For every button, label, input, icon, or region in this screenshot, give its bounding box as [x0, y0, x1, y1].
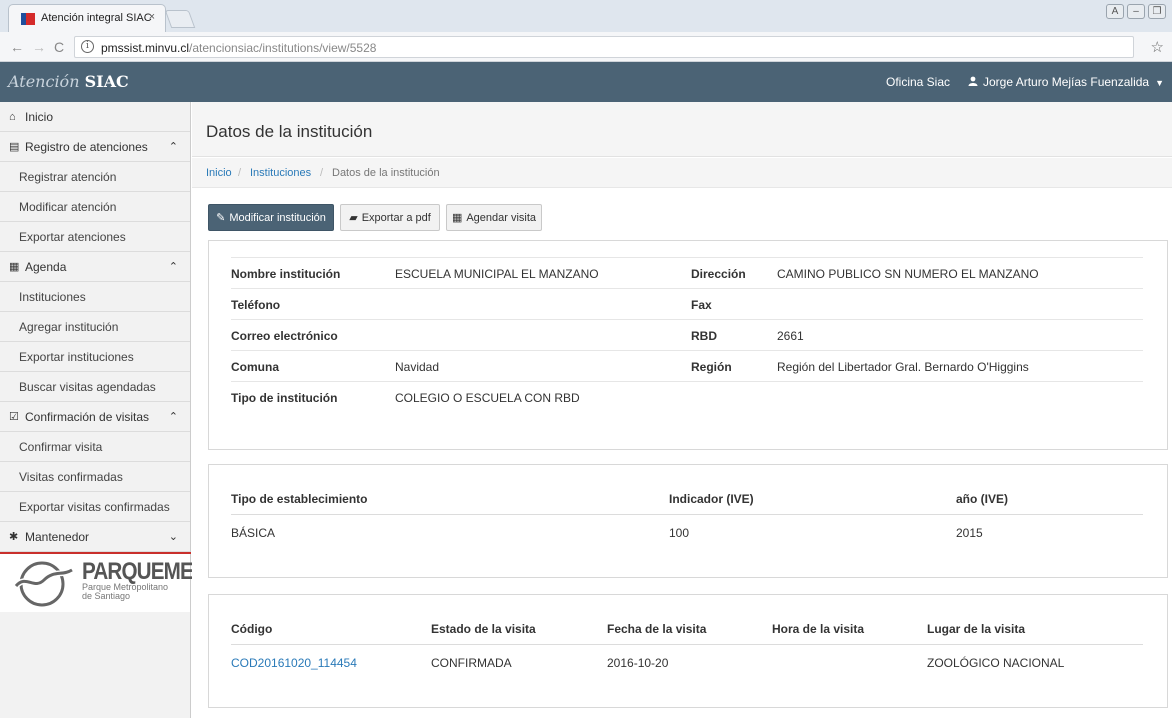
sidebar-item-exportar-instituciones[interactable]: Exportar instituciones: [0, 342, 190, 372]
parquemet-logo: PARQUEMET Parque Metropolitano de Santiag…: [0, 552, 205, 612]
table-row: BÁSICA 100 2015: [231, 526, 983, 540]
page-title: Datos de la institución: [206, 122, 373, 141]
breadcrumb-inicio[interactable]: Inicio: [206, 167, 232, 179]
breadcrumb-current: Datos de la institución: [332, 167, 440, 179]
back-arrow-icon[interactable]: ←: [10, 39, 24, 55]
institution-address: CAMINO PUBLICO SN NUMERO EL MANZANO: [777, 267, 1039, 281]
chevron-up-icon: ⌃: [168, 411, 178, 423]
new-tab-button[interactable]: [164, 10, 196, 28]
chevron-up-icon: ⌃: [168, 141, 178, 153]
user-menu[interactable]: Jorge Arturo Mejías Fuenzalida ▼: [968, 75, 1164, 89]
user-name: Jorge Arturo Mejías Fuenzalida: [983, 75, 1150, 89]
breadcrumb-separator: /: [238, 167, 242, 179]
minimize-icon[interactable]: –: [1127, 4, 1145, 19]
institution-region: Región del Libertador Gral. Bernardo O'H…: [777, 360, 1029, 374]
chevron-down-icon: ⌄: [168, 531, 178, 543]
pencil-icon: ✎: [216, 212, 226, 224]
breadcrumb: Inicio / Instituciones / Datos de la ins…: [192, 158, 1172, 188]
sidebar-item-inicio[interactable]: ⌂ Inicio: [0, 102, 190, 132]
institution-type: COLEGIO O ESCUELA CON RBD: [395, 391, 580, 405]
schedule-visit-button[interactable]: ▦ Agendar visita: [446, 204, 542, 231]
url-text: pmssist.minvu.cl/atencionsiac/institutio…: [101, 41, 377, 55]
browser-tab-bar: Atención integral SIAC × A – ❐: [0, 0, 1172, 32]
tab-close-icon[interactable]: ×: [149, 11, 155, 23]
detail-row: Tipo de institución COLEGIO O ESCUELA CO…: [231, 381, 1143, 412]
sidebar-group-mantenedor[interactable]: ✱ Mantenedor ⌄: [0, 522, 190, 552]
table-header: Código Estado de la visita Fecha de la v…: [231, 613, 1143, 645]
sidebar: ⌂ Inicio ▤ Registro de atenciones ⌃ Regist…: [0, 102, 205, 718]
browser-tab[interactable]: Atención integral SIAC ×: [8, 4, 166, 32]
app-brand[interactable]: Atención SIAC: [8, 72, 129, 91]
sidebar-item-agregar-institucion[interactable]: Agregar institución: [0, 312, 190, 342]
office-link[interactable]: Oficina Siac: [886, 75, 950, 89]
reload-icon[interactable]: C: [54, 39, 64, 55]
url-input[interactable]: i pmssist.minvu.cl/atencionsiac/institut…: [74, 36, 1134, 58]
detail-row: Nombre institución ESCUELA MUNICIPAL EL …: [231, 257, 1143, 288]
detail-row: Teléfono Fax: [231, 288, 1143, 319]
window-controls: A – ❐: [1106, 4, 1166, 19]
table-header: Tipo de establecimiento Indicador (IVE) …: [231, 483, 1143, 515]
book-icon: ▰: [349, 212, 358, 224]
sidebar-group-confirmacion[interactable]: ☑ Confirmación de visitas ⌃: [0, 402, 190, 432]
caret-down-icon: ▼: [1155, 78, 1165, 88]
sidebar-item-exportar-atenciones[interactable]: Exportar atenciones: [0, 222, 190, 252]
page-header: Datos de la institución: [192, 102, 1172, 157]
institution-comuna: Navidad: [395, 360, 440, 374]
app-navbar: Atención SIAC Oficina Siac Jorge Arturo …: [0, 62, 1172, 102]
sidebar-group-agenda[interactable]: ▦ Agenda ⌃: [0, 252, 190, 282]
breadcrumb-instituciones[interactable]: Instituciones: [250, 167, 311, 179]
institution-rbd: 2661: [777, 329, 804, 343]
bookmark-star-icon[interactable]: ☆: [1151, 38, 1164, 56]
chile-flag-favicon-icon: [21, 13, 35, 25]
sidebar-item-instituciones[interactable]: Instituciones: [0, 282, 190, 312]
user-icon: [968, 76, 978, 86]
asterisk-icon: ✱: [9, 531, 19, 543]
info-icon[interactable]: i: [81, 40, 94, 53]
sidebar-item-registrar-atencion[interactable]: Registrar atención: [0, 162, 190, 192]
detail-row: Correo electrónico RBD 2661: [231, 319, 1143, 350]
sidebar-item-exportar-visitas-confirmadas[interactable]: Exportar visitas confirmadas: [0, 492, 190, 522]
detail-row: Comuna Navidad Región Región del Liberta…: [231, 350, 1143, 381]
calendar-icon: ▦: [451, 212, 463, 224]
tab-title: Atención integral SIAC: [41, 12, 152, 24]
main-content: Datos de la institución Inicio / Institu…: [192, 102, 1172, 718]
forward-arrow-icon[interactable]: →: [32, 39, 46, 55]
restore-icon[interactable]: ❐: [1148, 4, 1166, 19]
modify-institution-button[interactable]: ✎ Modificar institución: [208, 204, 334, 231]
sidebar-item-confirmar-visita[interactable]: Confirmar visita: [0, 432, 190, 462]
visits-panel: Código Estado de la visita Fecha de la v…: [208, 594, 1168, 708]
export-pdf-button[interactable]: ▰ Exportar a pdf: [340, 204, 440, 231]
visit-code-link[interactable]: COD20161020_114454: [231, 656, 357, 670]
chevron-up-icon: ⌃: [168, 261, 178, 273]
sidebar-item-modificar-atencion[interactable]: Modificar atención: [0, 192, 190, 222]
check-square-icon: ☑: [9, 411, 19, 423]
establishment-panel: Tipo de establecimiento Indicador (IVE) …: [208, 464, 1168, 578]
institution-details-panel: Nombre institución ESCUELA MUNICIPAL EL …: [208, 240, 1168, 450]
sidebar-group-registro[interactable]: ▤ Registro de atenciones ⌃: [0, 132, 190, 162]
logo-divider: [0, 552, 191, 554]
home-icon: ⌂: [9, 110, 16, 123]
institution-name: ESCUELA MUNICIPAL EL MANZANO: [395, 267, 599, 281]
table-row: COD20161020_114454 CONFIRMADA 2016-10-20…: [231, 656, 1065, 670]
address-bar-row: ← → C i pmssist.minvu.cl/atencionsiac/in…: [0, 32, 1172, 62]
sidebar-item-visitas-confirmadas[interactable]: Visitas confirmadas: [0, 462, 190, 492]
list-icon: ▤: [9, 141, 20, 153]
breadcrumb-separator: /: [320, 167, 324, 179]
profile-icon[interactable]: A: [1106, 4, 1124, 19]
sidebar-item-buscar-visitas[interactable]: Buscar visitas agendadas: [0, 372, 190, 402]
calendar-icon: ▦: [9, 261, 20, 273]
parquemet-emblem-icon: [13, 561, 74, 607]
